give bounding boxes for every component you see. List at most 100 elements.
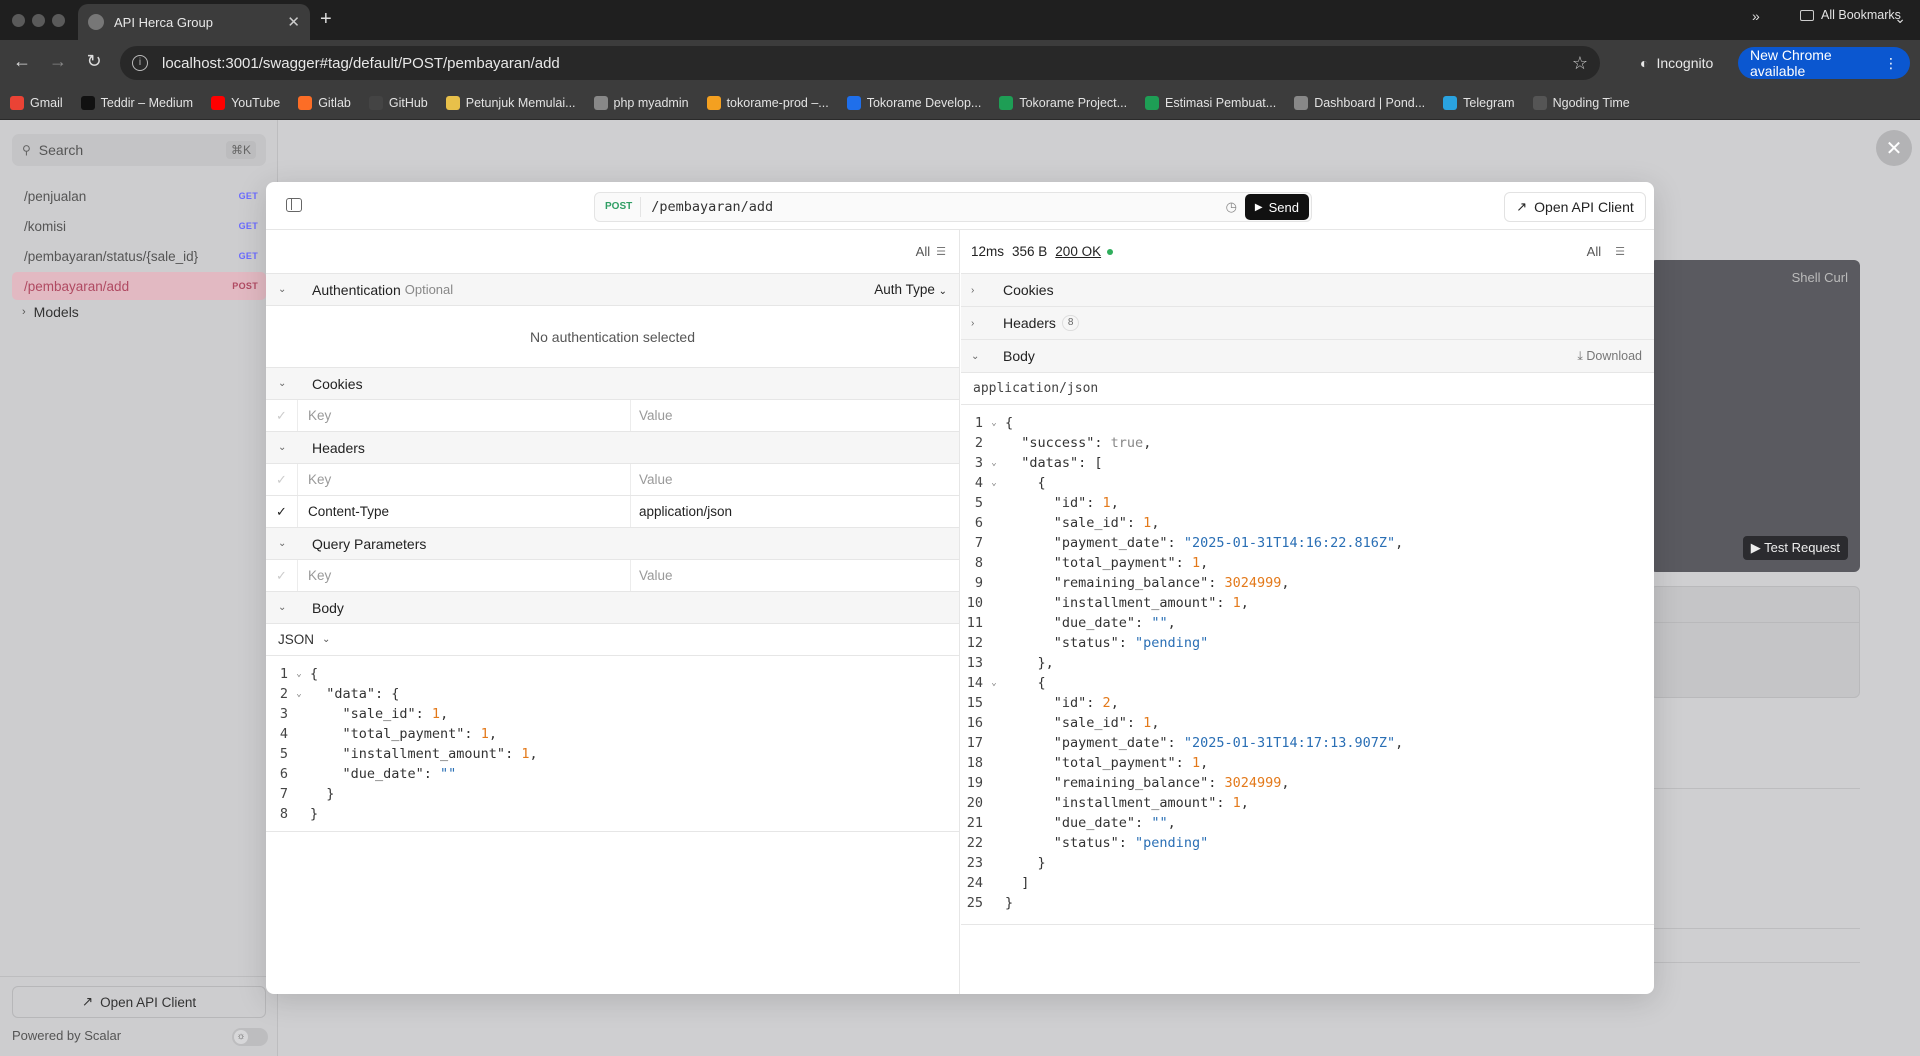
browser-tab[interactable]: API Herca Group ✕ xyxy=(78,4,310,40)
body-format-select[interactable]: JSON ⌄ xyxy=(266,624,959,656)
fold-chevron-icon xyxy=(288,744,310,764)
bookmark-item[interactable]: Tokorame Develop... xyxy=(846,95,981,110)
query-parameters-section-header[interactable]: ⌄ Query Parameters xyxy=(266,528,959,560)
powered-by[interactable]: Powered by Scalar xyxy=(12,1028,121,1043)
history-icon[interactable]: ◷ xyxy=(1226,199,1237,215)
test-request-button[interactable]: ▶ Test Request xyxy=(1742,536,1848,560)
download-button[interactable]: ⤓ Download xyxy=(1577,349,1642,364)
back-icon[interactable]: ← xyxy=(10,51,34,72)
request-body-editor[interactable]: 1 ⌄{2 ⌄ "data": {3 "sale_id": 1,4 "total_p… xyxy=(266,656,959,832)
header-value-input[interactable]: application/json xyxy=(631,496,959,527)
response-body-viewer[interactable]: 1 ⌄{2 "success": true, 3 ⌄ "datas": [4 ⌄ {5 … xyxy=(961,405,1654,925)
new-chrome-available-button[interactable]: New Chrome available ⋮ xyxy=(1738,47,1910,79)
fold-chevron-icon[interactable]: ⌄ xyxy=(288,684,310,704)
response-cookies-header[interactable]: › Cookies xyxy=(961,274,1654,307)
open-api-client-button[interactable]: ↗ Open API Client xyxy=(1504,192,1646,222)
bookmark-item[interactable]: YouTube xyxy=(211,95,280,110)
cookies-section-header[interactable]: ⌄ Cookies xyxy=(266,368,959,400)
code-token: { xyxy=(1005,475,1046,491)
window-close-dot[interactable] xyxy=(12,14,25,27)
window-zoom-dot[interactable] xyxy=(52,14,65,27)
send-button[interactable]: ▶ Send xyxy=(1244,194,1309,220)
cookie-key-input[interactable]: Key xyxy=(298,400,631,431)
authentication-section-header[interactable]: ⌄ Authentication Optional Auth Type ⌄ xyxy=(266,274,959,306)
auth-type-select[interactable]: Auth Type ⌄ xyxy=(874,282,947,297)
bookmark-star-icon[interactable]: ☆ xyxy=(1572,53,1588,74)
response-status[interactable]: 200 OK xyxy=(1055,244,1101,259)
row-checkbox[interactable]: ✓ xyxy=(266,560,298,591)
bookmark-item[interactable]: Ngoding Time xyxy=(1532,95,1630,110)
kebab-menu-icon[interactable]: ⋮ xyxy=(1884,55,1898,72)
bookmark-item[interactable]: tokorame-prod –... xyxy=(706,95,829,110)
sidebar-item-pembayaran-add[interactable]: /pembayaran/add POST xyxy=(12,272,266,300)
headers-section-header[interactable]: ⌄ Headers xyxy=(266,432,959,464)
request-address-bar[interactable]: POST /pembayaran/add ◷ ▶ Send xyxy=(594,192,1312,222)
shell-curl-select[interactable]: Shell Curl xyxy=(1792,270,1848,285)
bookmark-item[interactable]: Petunjuk Memulai... xyxy=(445,95,576,110)
bookmark-item[interactable]: Teddir – Medium xyxy=(80,95,193,110)
site-info-icon[interactable]: i xyxy=(132,55,148,71)
address-bar[interactable]: i localhost:3001/swagger#tag/default/POS… xyxy=(120,46,1600,80)
response-filter-select[interactable]: All ☰ xyxy=(1587,244,1632,259)
response-headers-header[interactable]: › Headers 8 xyxy=(961,307,1654,340)
bookmark-item[interactable]: Gitlab xyxy=(298,95,351,110)
bookmark-item[interactable]: GitHub xyxy=(368,95,428,110)
fold-chevron-icon[interactable]: ⌄ xyxy=(983,673,1005,693)
fold-chevron-icon[interactable]: ⌄ xyxy=(288,664,310,684)
incognito-indicator[interactable]: ◐ Incognito xyxy=(1630,49,1723,77)
query-key-input[interactable]: Key xyxy=(298,560,631,591)
row-checkbox[interactable]: ✓ xyxy=(266,496,298,527)
code-token: "due_date": xyxy=(310,766,441,782)
header-key-input[interactable]: Key xyxy=(298,464,631,495)
cookie-value-input[interactable]: Value xyxy=(631,400,959,431)
fold-chevron-icon[interactable]: ⌄ xyxy=(983,473,1005,493)
body-section-header[interactable]: ⌄ Body xyxy=(266,592,959,624)
request-path-input[interactable]: /pembayaran/add xyxy=(651,199,1225,215)
download-label: Download xyxy=(1586,349,1642,363)
open-api-client-button[interactable]: ↗ Open API Client xyxy=(12,986,266,1018)
all-bookmarks-button[interactable]: All Bookmarks xyxy=(1800,8,1901,22)
response-body-header[interactable]: ⌄ Body ⤓ Download xyxy=(961,340,1654,373)
close-modal-button[interactable]: ✕ xyxy=(1876,130,1912,166)
sidebar-item-models[interactable]: › Models xyxy=(22,304,79,320)
tab-title: API Herca Group xyxy=(114,14,213,30)
new-tab-icon[interactable]: + xyxy=(320,8,332,31)
header-key-input[interactable]: Content-Type xyxy=(298,496,631,527)
code-token: , xyxy=(529,746,538,762)
bookmarks-overflow-icon[interactable]: » xyxy=(1752,8,1760,24)
bookmark-item[interactable]: Telegram xyxy=(1443,95,1515,110)
request-filter-select[interactable]: All ☰ xyxy=(916,244,946,259)
row-checkbox[interactable]: ✓ xyxy=(266,400,298,431)
theme-toggle[interactable]: ☼ xyxy=(232,1028,268,1046)
window-minimize-dot[interactable] xyxy=(32,14,45,27)
line-number: 5 xyxy=(974,495,983,511)
fold-chevron-icon xyxy=(983,573,1005,593)
sidebar-item-komisi[interactable]: /komisi GET xyxy=(12,212,266,240)
bookmark-item[interactable]: php myadmin xyxy=(593,95,689,110)
forward-icon[interactable]: → xyxy=(46,51,70,72)
address-url[interactable]: localhost:3001/swagger#tag/default/POST/… xyxy=(162,55,1572,72)
query-value-input[interactable]: Value xyxy=(631,560,959,591)
chevron-down-icon: ⌄ xyxy=(322,634,331,645)
fold-chevron-icon[interactable]: ⌄ xyxy=(983,453,1005,473)
bookmark-item[interactable]: Tokorame Project... xyxy=(999,95,1127,110)
header-value-input[interactable]: Value xyxy=(631,464,959,495)
line-number: 3 xyxy=(279,706,288,722)
sidebar-item-penjualan[interactable]: /penjualan GET xyxy=(12,182,266,210)
method-select[interactable]: POST xyxy=(605,197,642,217)
tab-close-icon[interactable]: ✕ xyxy=(287,13,300,31)
sidebar-toggle-icon[interactable] xyxy=(286,198,302,212)
bookmark-label: Gmail xyxy=(30,95,63,110)
header-row-empty: ✓ Key Value xyxy=(266,464,959,496)
fold-chevron-icon[interactable]: ⌄ xyxy=(983,413,1005,433)
reload-icon[interactable]: ↻ xyxy=(82,51,106,72)
divider xyxy=(1650,788,1860,789)
row-checkbox[interactable]: ✓ xyxy=(266,464,298,495)
search-input[interactable]: ⚲ Search ⌘K xyxy=(12,134,266,166)
bookmark-item[interactable]: Gmail xyxy=(10,95,63,110)
bookmark-item[interactable]: Dashboard | Pond... xyxy=(1294,95,1425,110)
bookmark-item[interactable]: Estimasi Pembuat... xyxy=(1145,95,1276,110)
sidebar-item-pembayaran-status[interactable]: /pembayaran/status/{sale_id} GET xyxy=(12,242,266,270)
bookmark-favicon-icon xyxy=(298,95,313,110)
code-token: "payment_date": xyxy=(1005,535,1184,551)
